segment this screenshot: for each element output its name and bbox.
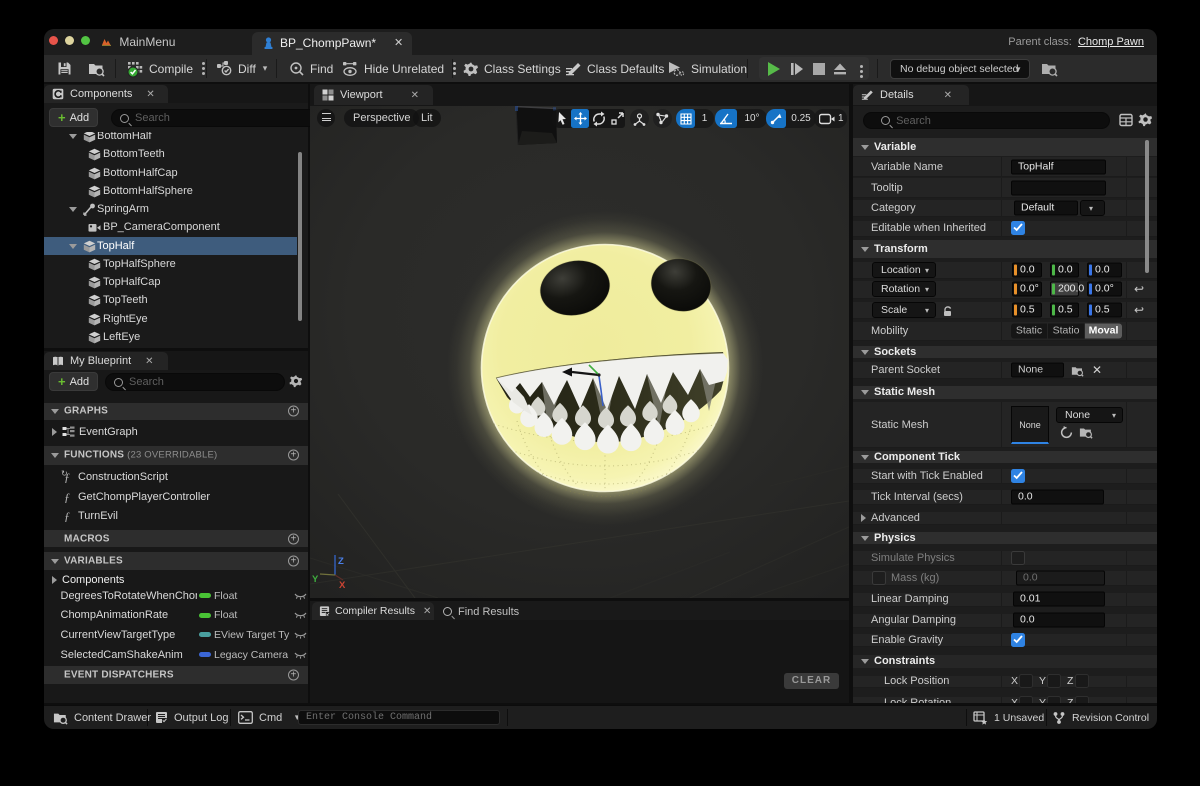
- svg-text:Z: Z: [338, 556, 344, 567]
- svg-text:X: X: [339, 580, 346, 591]
- svg-text:Y: Y: [312, 574, 319, 585]
